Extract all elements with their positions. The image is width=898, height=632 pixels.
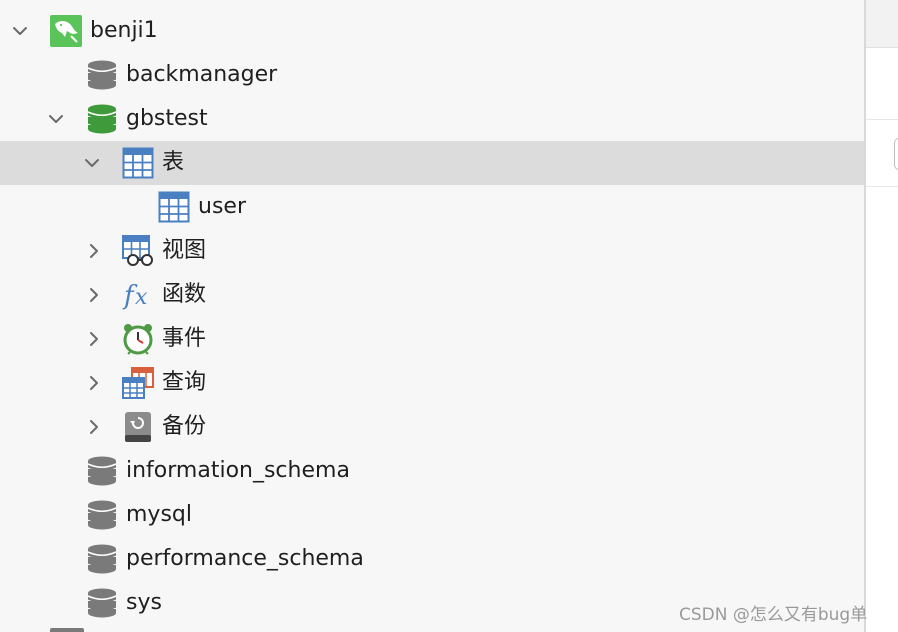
tree-item-label: 备份 bbox=[162, 414, 207, 439]
tree-row-functions[interactable]: f x 函数 bbox=[0, 273, 864, 317]
database-label: gbstest bbox=[126, 106, 208, 131]
tree-item-label: 表 bbox=[162, 150, 185, 175]
main-content-pane bbox=[866, 0, 898, 632]
query-icon bbox=[122, 367, 154, 399]
backup-icon bbox=[122, 411, 154, 443]
database-label: sys bbox=[126, 590, 162, 615]
database-icon bbox=[86, 103, 118, 135]
svg-text:x: x bbox=[135, 285, 148, 310]
function-fx-icon: f x bbox=[122, 279, 154, 311]
tree-item-label: 函数 bbox=[162, 282, 207, 307]
chevron-right-icon[interactable] bbox=[84, 241, 104, 261]
view-icon bbox=[122, 235, 154, 267]
tree-row-table-user[interactable]: user bbox=[0, 185, 864, 229]
tree-item-label: 视图 bbox=[162, 238, 207, 263]
tree-row-connection[interactable]: benji1 bbox=[0, 9, 864, 53]
table-icon bbox=[122, 147, 154, 179]
next-connection-icon-partial bbox=[50, 628, 84, 632]
tree-row-events[interactable]: 事件 bbox=[0, 317, 864, 361]
chevron-right-icon[interactable] bbox=[84, 373, 104, 393]
database-icon bbox=[86, 587, 118, 619]
control-edge[interactable] bbox=[894, 138, 898, 170]
tree-item-label: 查询 bbox=[162, 370, 207, 395]
tree-item-label: 事件 bbox=[162, 326, 207, 351]
database-icon bbox=[86, 455, 118, 487]
tree-row-database-information-schema[interactable]: information_schema bbox=[0, 449, 864, 493]
divider bbox=[866, 119, 898, 120]
tree-row-database-performance-schema[interactable]: performance_schema bbox=[0, 537, 864, 581]
tree-row-database-mysql[interactable]: mysql bbox=[0, 493, 864, 537]
divider bbox=[866, 186, 898, 187]
database-label: performance_schema bbox=[126, 546, 364, 571]
chevron-right-icon[interactable] bbox=[84, 417, 104, 437]
clock-icon bbox=[122, 323, 154, 355]
toolbar-strip bbox=[866, 0, 898, 48]
tree-row-backups[interactable]: 备份 bbox=[0, 405, 864, 449]
chevron-right-icon[interactable] bbox=[84, 329, 104, 349]
database-icon bbox=[86, 543, 118, 575]
tree-row-views[interactable]: 视图 bbox=[0, 229, 864, 273]
connection-label: benji1 bbox=[90, 18, 158, 43]
tree-row-database-gbstest[interactable]: gbstest bbox=[0, 97, 864, 141]
database-icon bbox=[86, 59, 118, 91]
database-label: information_schema bbox=[126, 458, 350, 483]
mysql-dolphin-icon bbox=[50, 15, 82, 47]
tree-row-tables[interactable]: 表 bbox=[0, 141, 864, 185]
chevron-down-icon[interactable] bbox=[10, 21, 30, 41]
tree-row-queries[interactable]: 查询 bbox=[0, 361, 864, 405]
table-label: user bbox=[198, 194, 246, 219]
database-icon bbox=[86, 499, 118, 531]
table-icon bbox=[158, 191, 190, 223]
chevron-down-icon[interactable] bbox=[82, 153, 102, 173]
chevron-down-icon[interactable] bbox=[46, 109, 66, 129]
database-label: backmanager bbox=[126, 62, 278, 87]
object-tree-panel: benji1 backmanager gbstest 表 user 视图 f x… bbox=[0, 0, 864, 632]
chevron-right-icon[interactable] bbox=[84, 285, 104, 305]
database-label: mysql bbox=[126, 502, 192, 527]
tree-row-database-backmanager[interactable]: backmanager bbox=[0, 53, 864, 97]
watermark: CSDN @怎么又有bug单 bbox=[679, 605, 868, 625]
